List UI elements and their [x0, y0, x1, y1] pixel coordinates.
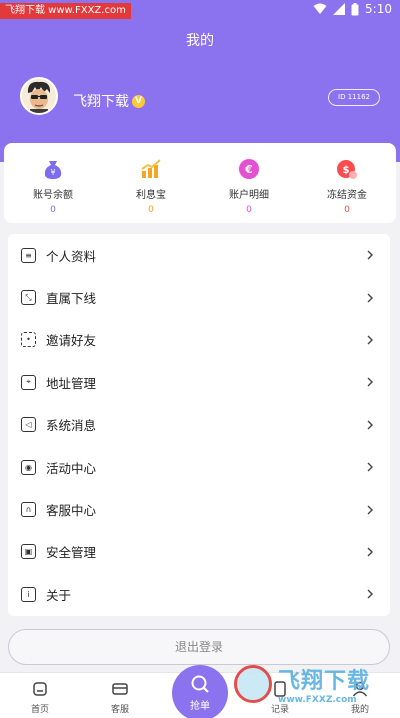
stat-label: 冻结资金 [327, 190, 367, 201]
username: 飞翔下载 V [73, 91, 145, 111]
menu-item-label: 地址管理 [46, 375, 97, 391]
chevron-right-icon [367, 505, 373, 515]
avatar-cartoon-icon [22, 79, 56, 113]
vip-badge-icon: V [132, 94, 145, 108]
security-icon: ▣ [21, 544, 36, 560]
menu-item-security[interactable]: ▣ 安全管理 [8, 531, 390, 573]
grab-order-icon [191, 675, 209, 693]
svg-text:$: $ [343, 165, 350, 176]
tab-label: 抢单 [190, 701, 210, 712]
tab-home[interactable]: 首页 [0, 673, 80, 718]
home-icon [33, 682, 47, 696]
chevron-right-icon [367, 250, 373, 260]
svg-text:€: € [244, 163, 253, 176]
menu-item-profile[interactable]: ≡ 个人资料 [8, 234, 390, 276]
menu-item-about[interactable]: i 关于 [8, 573, 390, 615]
tab-grab-order[interactable]: 抢单 [160, 665, 240, 718]
wifi-icon [313, 3, 327, 14]
chart-icon [141, 159, 161, 178]
tab-service[interactable]: 客服 [80, 673, 160, 718]
menu-item-label: 直属下线 [46, 291, 97, 307]
chevron-right-icon [367, 547, 373, 557]
stat-interest[interactable]: 利息宝 0 [102, 143, 200, 223]
menu-item-team[interactable]: ⤡ 直属下线 [8, 276, 390, 318]
chevron-right-icon [367, 293, 373, 303]
chevron-right-icon [367, 377, 373, 387]
watermark-title: 飞翔下载 [278, 669, 371, 694]
statement-icon: € [239, 159, 259, 179]
menu-item-label: 个人资料 [46, 248, 97, 264]
menu-item-activity[interactable]: ◉ 活动中心 [8, 446, 390, 488]
menu-item-label: 邀请好友 [46, 333, 97, 349]
chevron-right-icon [367, 462, 373, 472]
menu-item-label: 客服中心 [46, 503, 97, 519]
grab-order-button[interactable]: 抢单 [172, 665, 228, 718]
site-watermark: 飞翔下载 www.FXXZ.com [234, 660, 390, 708]
message-icon: ◁ [21, 417, 36, 433]
menu-item-label: 活动中心 [46, 460, 97, 476]
page-title: 我的 [186, 33, 214, 49]
stat-balance[interactable]: ¥ 账号余额 0 [4, 143, 102, 223]
stat-frozen[interactable]: $ 冻结资金 0 [298, 143, 396, 223]
chevron-right-icon [367, 420, 373, 430]
menu-item-label: 安全管理 [46, 545, 97, 561]
watermark-url: www.FXXZ.com [278, 695, 357, 705]
watermark-logo-icon [234, 665, 272, 703]
account-stats-card: ¥ 账号余额 0 利息宝 0 € 账户明细 0 $ 冻结资金 0 [4, 143, 396, 223]
settings-menu: ≡ 个人资料 ⤡ 直属下线 • 邀请好友 ⌖ 地址管理 ◁ 系统消息 ◉ 活动中… [8, 234, 390, 616]
clock: 5:10 [365, 2, 392, 16]
wallet-icon: ¥ [44, 161, 62, 179]
stat-label: 账户明细 [229, 190, 269, 201]
stat-value: 0 [148, 205, 154, 215]
avatar[interactable] [20, 77, 58, 115]
user-id-pill: ID 11162 [328, 89, 380, 106]
frozen-funds-icon: $ [337, 160, 357, 179]
menu-item-address[interactable]: ⌖ 地址管理 [8, 361, 390, 403]
address-icon: ⌖ [21, 374, 36, 390]
stat-label: 账号余额 [33, 190, 73, 201]
status-bar: 飞翔下载 www.FXXZ.com 5:10 [0, 0, 400, 22]
menu-item-messages[interactable]: ◁ 系统消息 [8, 404, 390, 446]
stat-value: 0 [344, 205, 350, 215]
battery-icon [351, 2, 359, 15]
stat-label: 利息宝 [136, 190, 166, 201]
chevron-right-icon [367, 589, 373, 599]
menu-item-support[interactable]: ∩ 客服中心 [8, 488, 390, 530]
activity-icon: ◉ [21, 459, 36, 475]
status-indicators: 5:10 [313, 2, 392, 16]
profile-header: 我的 飞翔下载 V ID 11162 [0, 22, 400, 162]
stat-value: 0 [50, 205, 56, 215]
chevron-right-icon [367, 335, 373, 345]
menu-item-invite[interactable]: • 邀请好友 [8, 319, 390, 361]
team-icon: ⤡ [21, 290, 36, 306]
service-icon [112, 683, 128, 695]
invite-icon: • [21, 332, 36, 348]
stat-statement[interactable]: € 账户明细 0 [200, 143, 298, 223]
svg-text:¥: ¥ [50, 168, 55, 177]
watermark-badge: 飞翔下载 www.FXXZ.com [0, 3, 131, 19]
info-icon: i [21, 586, 36, 602]
support-icon: ∩ [21, 502, 36, 518]
username-text: 飞翔下载 [73, 94, 129, 110]
profile-icon: ≡ [21, 247, 36, 263]
tab-label: 首页 [30, 705, 49, 715]
menu-item-label: 关于 [46, 587, 72, 603]
stat-value: 0 [246, 205, 252, 215]
menu-item-label: 系统消息 [46, 418, 97, 434]
signal-icon [333, 3, 346, 15]
tab-label: 客服 [110, 705, 129, 715]
